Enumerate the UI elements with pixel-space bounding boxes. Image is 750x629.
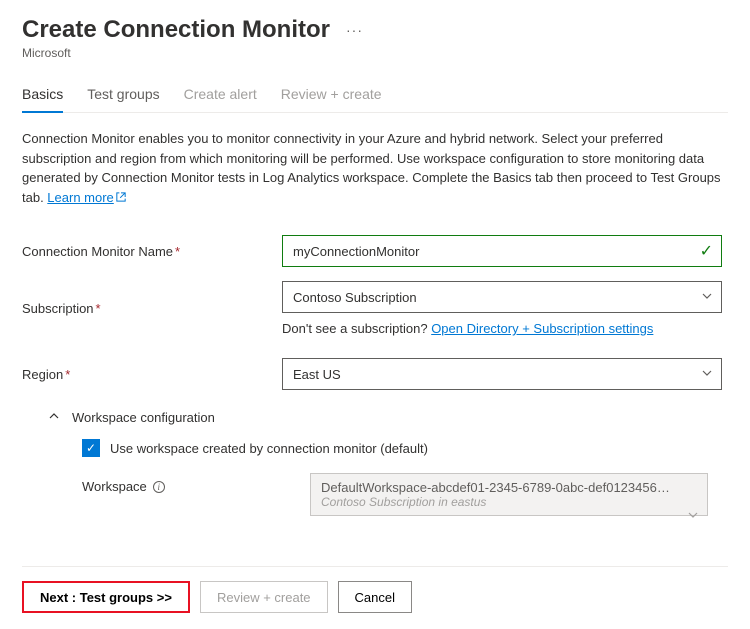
info-icon[interactable]: i <box>153 481 165 493</box>
chevron-up-icon <box>48 410 60 425</box>
name-value: myConnectionMonitor <box>293 244 419 259</box>
subscription-hint: Don't see a subscription? Open Directory… <box>282 321 722 336</box>
region-label: Region* <box>22 367 282 382</box>
workspace-dropdown-disabled: DefaultWorkspace-abcdef01-2345-6789-0abc… <box>310 473 708 516</box>
workspace-label: Workspace i <box>82 473 302 494</box>
next-button[interactable]: Next : Test groups >> <box>22 581 190 613</box>
region-value: East US <box>293 367 341 382</box>
chevron-down-icon <box>701 367 713 382</box>
tab-basics[interactable]: Basics <box>22 76 63 112</box>
default-workspace-checkbox-row[interactable]: ✓ Use workspace created by connection mo… <box>48 439 728 457</box>
required-indicator: * <box>175 244 180 259</box>
subscription-dropdown[interactable]: Contoso Subscription <box>282 281 722 313</box>
page-header: Create Connection Monitor ··· Microsoft <box>22 16 728 60</box>
name-label: Connection Monitor Name* <box>22 244 282 259</box>
checkbox-label: Use workspace created by connection moni… <box>110 441 428 456</box>
tab-create-alert: Create alert <box>184 76 257 112</box>
subscription-row: Subscription* Contoso Subscription Don't… <box>22 281 728 336</box>
chevron-down-icon <box>687 509 699 524</box>
page-title: Create Connection Monitor <box>22 16 330 44</box>
tab-bar: Basics Test groups Create alert Review +… <box>22 76 728 113</box>
required-indicator: * <box>96 301 101 316</box>
region-row: Region* East US <box>22 358 728 390</box>
description-body: Connection Monitor enables you to monito… <box>22 131 721 205</box>
chevron-down-icon <box>701 290 713 305</box>
name-input[interactable]: myConnectionMonitor ✓ <box>282 235 722 267</box>
external-link-icon <box>116 192 126 202</box>
breadcrumb: Microsoft <box>22 46 728 60</box>
cancel-button[interactable]: Cancel <box>338 581 412 613</box>
description-text: Connection Monitor enables you to monito… <box>22 129 728 207</box>
workspace-section-title: Workspace configuration <box>72 410 215 425</box>
workspace-section: Workspace configuration ✓ Use workspace … <box>22 410 728 516</box>
learn-more-link[interactable]: Learn more <box>47 190 125 205</box>
footer-bar: Next : Test groups >> Review + create Ca… <box>22 566 728 613</box>
region-dropdown[interactable]: East US <box>282 358 722 390</box>
checkbox-checked-icon[interactable]: ✓ <box>82 439 100 457</box>
workspace-row: Workspace i DefaultWorkspace-abcdef01-23… <box>48 473 728 516</box>
review-create-button: Review + create <box>200 581 328 613</box>
name-row: Connection Monitor Name* myConnectionMon… <box>22 235 728 267</box>
valid-check-icon: ✓ <box>700 241 713 261</box>
workspace-value: DefaultWorkspace-abcdef01-2345-6789-0abc… <box>321 480 677 495</box>
tab-review-create: Review + create <box>281 76 382 112</box>
tab-test-groups[interactable]: Test groups <box>87 76 159 112</box>
directory-settings-link[interactable]: Open Directory + Subscription settings <box>431 321 653 336</box>
required-indicator: * <box>65 367 70 382</box>
workspace-subvalue: Contoso Subscription in eastus <box>321 495 677 509</box>
more-icon[interactable]: ··· <box>346 22 363 38</box>
workspace-section-toggle[interactable]: Workspace configuration <box>48 410 728 425</box>
subscription-value: Contoso Subscription <box>293 290 417 305</box>
subscription-label: Subscription* <box>22 301 282 316</box>
